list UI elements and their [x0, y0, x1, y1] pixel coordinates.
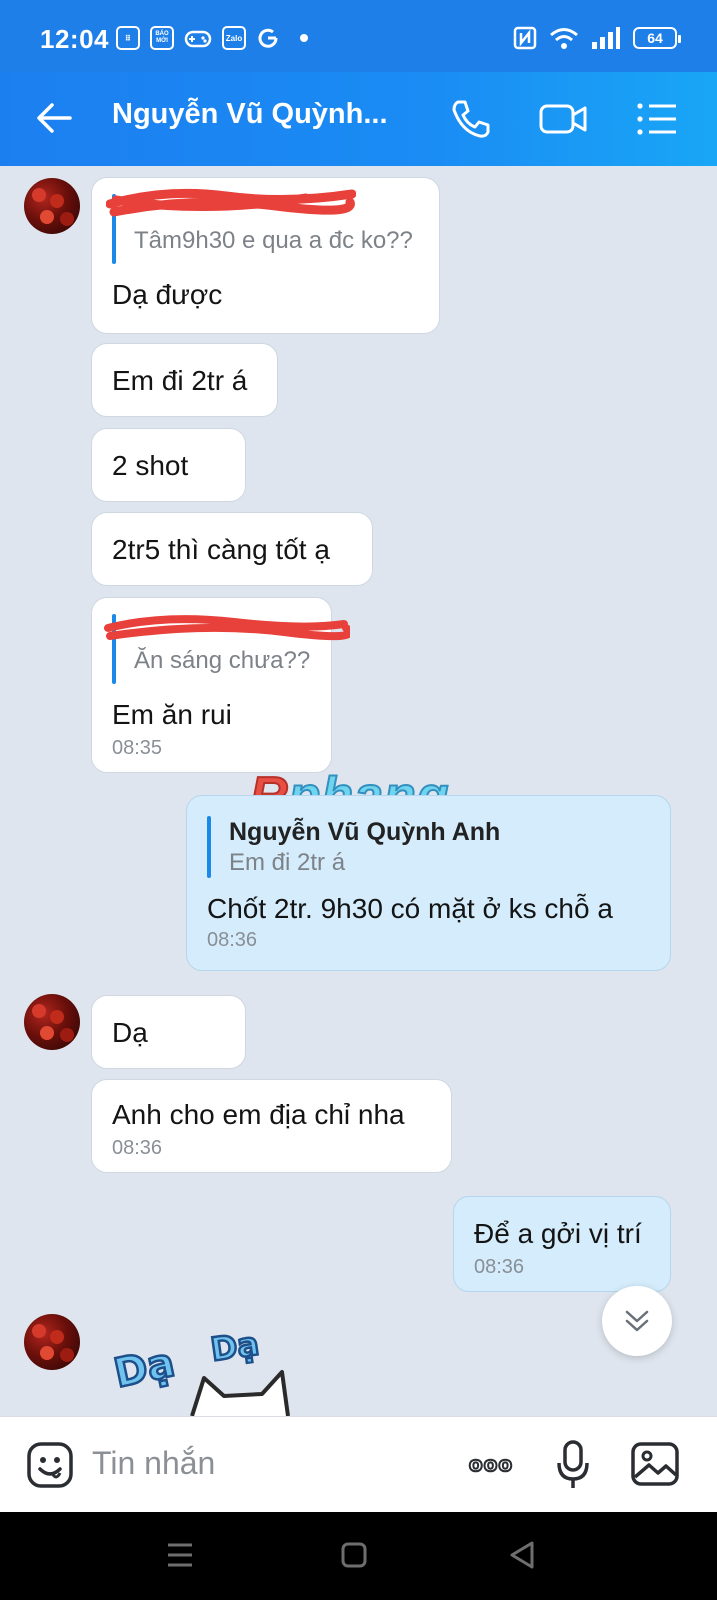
- emoji-icon[interactable]: [26, 1441, 74, 1489]
- message-text: Chốt 2tr. 9h30 có mặt ở ks chỗ a: [207, 893, 613, 924]
- message-bubble-outgoing[interactable]: Để a gởi vị trí 08:36: [453, 1196, 671, 1292]
- message-text: Anh cho em địa chỉ nha: [112, 1099, 405, 1130]
- message-time: 08:35: [112, 737, 163, 759]
- message-time: 08:36: [112, 1137, 163, 1159]
- back-nav-icon[interactable]: [508, 1540, 536, 1570]
- more-icon-label: ooo: [469, 1455, 513, 1475]
- battery-level: 64: [647, 30, 663, 46]
- status-bar: 12:04 ⠿ BÁO MỚI Zalo 64: [0, 0, 717, 72]
- wifi-icon: [550, 28, 578, 49]
- more-icon[interactable]: ooo: [464, 1455, 518, 1475]
- menu-list-icon[interactable]: [634, 96, 680, 142]
- contact-name[interactable]: Nguyễn Vũ Quỳnh...: [112, 98, 388, 131]
- message-bubble-incoming[interactable]: 2tr5 thì càng tốt ạ: [91, 512, 373, 586]
- recent-apps-icon[interactable]: [166, 1540, 194, 1570]
- google-icon: [258, 28, 278, 48]
- message-bubble-incoming[interactable]: Tâm9h30 e qua a đc ko?? Dạ được: [91, 177, 440, 334]
- quote-text: Em đi 2tr á: [229, 849, 346, 876]
- notification-dot-icon: [300, 34, 308, 42]
- quote-author: Nguyễn Vũ Quỳnh Anh: [229, 818, 501, 846]
- message-text: Em đi 2tr á: [112, 365, 248, 396]
- message-bubble-incoming[interactable]: Em đi 2tr á: [91, 343, 278, 417]
- quote-author-redacted: [134, 614, 311, 646]
- contact-avatar[interactable]: [24, 178, 80, 234]
- microphone-icon[interactable]: [556, 1439, 590, 1491]
- home-icon[interactable]: [340, 1540, 368, 1570]
- sticker-image[interactable]: Dạ Dạ: [112, 1316, 312, 1416]
- message-bubble-incoming[interactable]: Ăn sáng chưa?? Em ăn rui 08:35: [91, 597, 350, 773]
- quote-text: Tâm9h30 e qua a đc ko??: [134, 227, 413, 254]
- message-text: Em ăn rui: [112, 699, 232, 730]
- message-bubble-incoming[interactable]: Dạ: [91, 995, 246, 1069]
- zalo-app-icon: Zalo: [222, 26, 246, 50]
- scroll-to-bottom-button[interactable]: [602, 1286, 672, 1356]
- quote-bar: [112, 614, 116, 684]
- message-text: Dạ: [112, 1017, 148, 1048]
- message-text: Dạ được: [112, 279, 223, 310]
- game-controller-icon: [184, 30, 212, 48]
- video-call-icon[interactable]: [538, 96, 588, 142]
- status-system-icons: 64: [513, 26, 681, 50]
- sticker-text-1: Dạ: [112, 1340, 179, 1398]
- message-input[interactable]: Tin nhắn: [92, 1445, 215, 1482]
- message-bubble-outgoing[interactable]: Nguyễn Vũ Quỳnh Anh Em đi 2tr á Chốt 2tr…: [186, 795, 671, 971]
- nfc-icon: [513, 26, 537, 50]
- message-text: Để a gởi vị trí: [474, 1218, 642, 1249]
- message-bubble-incoming[interactable]: Anh cho em địa chỉ nha 08:36: [91, 1079, 452, 1173]
- chat-header: Nguyễn Vũ Quỳnh...: [0, 72, 717, 166]
- calculator-app-icon: ⠿: [116, 26, 140, 50]
- battery-icon: 64: [633, 27, 681, 49]
- message-text: 2tr5 thì càng tốt ạ: [112, 534, 330, 565]
- quote-bar: [207, 816, 211, 878]
- status-time: 12:04: [40, 24, 109, 54]
- contact-avatar[interactable]: [24, 1314, 80, 1370]
- message-list[interactable]: Tâm9h30 e qua a đc ko?? Dạ được Em đi 2t…: [0, 166, 717, 1416]
- quoted-reply[interactable]: Ăn sáng chưa??: [112, 614, 311, 684]
- message-time: 08:36: [474, 1256, 525, 1278]
- quote-text: Ăn sáng chưa??: [134, 647, 311, 674]
- message-time: 08:36: [207, 929, 258, 951]
- contact-avatar[interactable]: [24, 994, 80, 1050]
- message-text: 2 shot: [112, 450, 189, 481]
- back-arrow-icon[interactable]: [34, 98, 74, 138]
- quote-author-redacted: [134, 194, 419, 226]
- quoted-reply[interactable]: Nguyễn Vũ Quỳnh Anh Em đi 2tr á: [207, 816, 650, 878]
- status-notification-icons: ⠿ BÁO MỚI Zalo: [116, 26, 308, 50]
- scroll-down-icon: [625, 1310, 649, 1332]
- signal-icon: [592, 27, 620, 49]
- message-bubble-incoming[interactable]: 2 shot: [91, 428, 246, 502]
- phone-icon[interactable]: [448, 96, 494, 142]
- message-input-bar: Tin nhắn ooo: [0, 1416, 717, 1512]
- image-icon[interactable]: [630, 1441, 680, 1487]
- quoted-reply[interactable]: Tâm9h30 e qua a đc ko??: [112, 194, 419, 264]
- baomoi-app-icon: BÁO MỚI: [150, 26, 174, 50]
- sticker-text-2: Dạ: [208, 1324, 261, 1368]
- system-navigation-bar: [0, 1512, 717, 1600]
- quote-bar: [112, 194, 116, 264]
